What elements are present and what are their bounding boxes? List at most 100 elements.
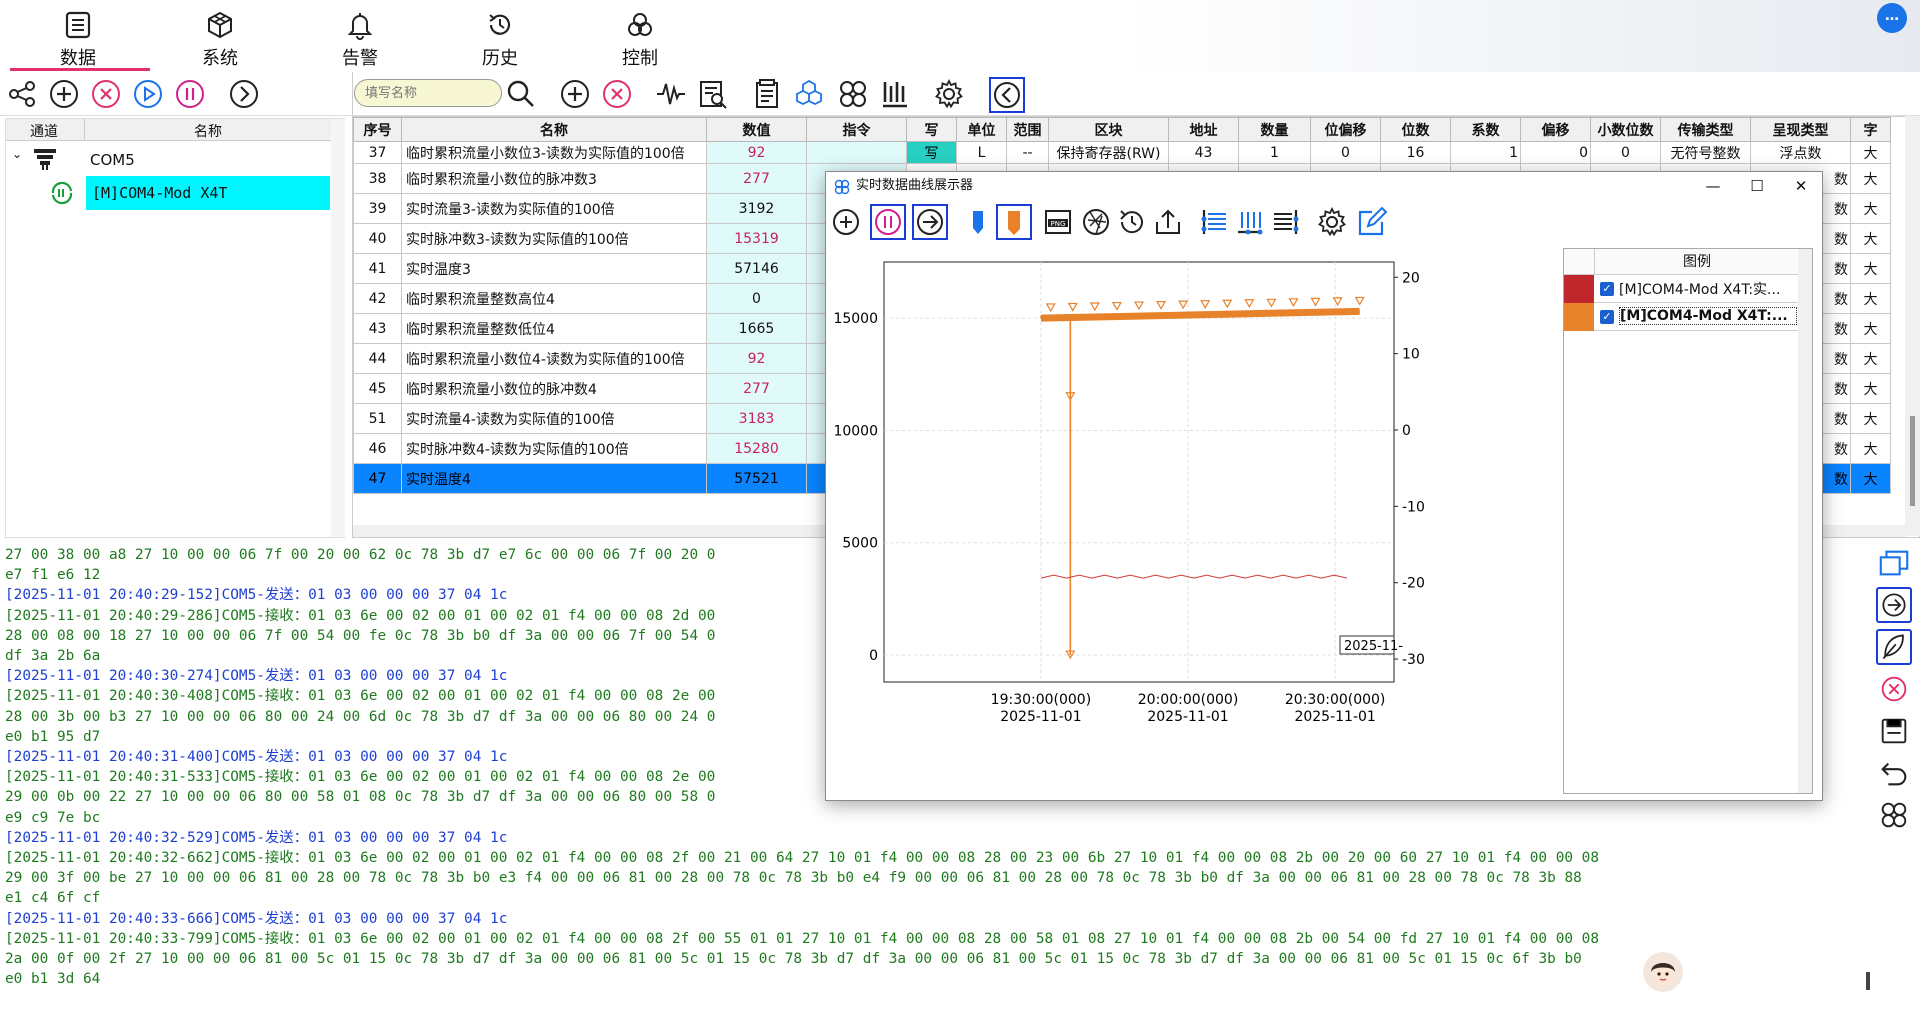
- cell-transfer-type[interactable]: 无符号整数: [1660, 141, 1751, 164]
- cell-block[interactable]: 保持寄存器(RW): [1048, 141, 1169, 164]
- column-header[interactable]: 位偏移: [1310, 117, 1381, 142]
- column-header[interactable]: 数量: [1238, 117, 1311, 142]
- window-titlebar[interactable]: 实时数据曲线展示器 — ☐ ✕: [826, 172, 1822, 200]
- grid-scroll-thumb[interactable]: [1910, 416, 1915, 506]
- cell-name[interactable]: 实时脉冲数3-读数为实际值的100倍: [401, 223, 707, 254]
- cell-value[interactable]: 0: [706, 283, 807, 314]
- cell-extra[interactable]: 大: [1850, 343, 1891, 374]
- save-icon[interactable]: [1876, 713, 1912, 749]
- chevron-right-icon[interactable]: [228, 78, 260, 110]
- cell-name[interactable]: 临时累积流量整数低位4: [401, 313, 707, 344]
- upload-icon[interactable]: [1152, 206, 1184, 238]
- name-search-input[interactable]: [354, 79, 502, 107]
- edit-icon[interactable]: [1356, 206, 1388, 238]
- cell-address[interactable]: 43: [1168, 141, 1239, 164]
- cell-value[interactable]: 3192: [706, 193, 807, 224]
- cell-seq[interactable]: 44: [353, 343, 402, 374]
- cell-extra[interactable]: 大: [1850, 463, 1891, 494]
- column-header[interactable]: 传输类型: [1660, 117, 1751, 142]
- gear-icon[interactable]: [933, 78, 965, 110]
- maximize-button[interactable]: ☐: [1736, 172, 1778, 200]
- chat-button[interactable]: …: [1877, 3, 1907, 33]
- delete-icon[interactable]: [90, 78, 122, 110]
- add-icon[interactable]: [48, 78, 80, 110]
- cell-name[interactable]: 临时累积流量小数位3-读数为实际值的100倍: [401, 141, 707, 164]
- search-icon[interactable]: [505, 78, 537, 110]
- collapse-left-icon[interactable]: [989, 77, 1025, 113]
- cell-value[interactable]: 92: [706, 343, 807, 374]
- cell-seq[interactable]: 39: [353, 193, 402, 224]
- cell-extra[interactable]: 大: [1850, 163, 1891, 194]
- legend-checkbox[interactable]: ✓: [1600, 282, 1614, 296]
- export-png-icon[interactable]: PNG: [1042, 206, 1074, 238]
- cell-extra[interactable]: 大: [1850, 373, 1891, 404]
- tab-system[interactable]: 系统: [160, 6, 280, 69]
- arrow-right-icon[interactable]: [1876, 587, 1912, 623]
- cell-seq[interactable]: 51: [353, 403, 402, 434]
- chart-pause-icon[interactable]: [870, 204, 906, 240]
- cell-value[interactable]: 57521: [706, 463, 807, 494]
- cell-seq[interactable]: 40: [353, 223, 402, 254]
- cell-value[interactable]: 277: [706, 373, 807, 404]
- chart-history-icon[interactable]: [1116, 206, 1148, 238]
- legend-scrollbar[interactable]: [1798, 249, 1812, 793]
- chart-add-icon[interactable]: [830, 206, 862, 238]
- cell-name[interactable]: 临时累积流量小数位4-读数为实际值的100倍: [401, 343, 707, 374]
- chart-settings-icon[interactable]: [1316, 206, 1348, 238]
- tab-control[interactable]: 控制: [580, 6, 700, 69]
- tree-port-label[interactable]: COM5: [90, 151, 135, 169]
- cell-seq[interactable]: 47: [353, 463, 402, 494]
- waveform-icon[interactable]: [655, 78, 687, 110]
- column-header[interactable]: 位数: [1380, 117, 1451, 142]
- cell-name[interactable]: 实时流量3-读数为实际值的100倍: [401, 193, 707, 224]
- cell-seq[interactable]: 46: [353, 433, 402, 464]
- search-list-icon[interactable]: [697, 78, 729, 110]
- column-header[interactable]: 写: [906, 117, 957, 142]
- column-header[interactable]: 名称: [401, 117, 707, 142]
- cell-value[interactable]: 1665: [706, 313, 807, 344]
- cell-coef[interactable]: 1: [1450, 141, 1521, 164]
- add-point-icon[interactable]: [559, 78, 591, 110]
- cell-seq[interactable]: 37: [353, 141, 402, 164]
- column-header[interactable]: 系数: [1450, 117, 1521, 142]
- pause-icon[interactable]: [174, 78, 206, 110]
- assistant-avatar[interactable]: [1643, 952, 1683, 992]
- cell-name[interactable]: 实时脉冲数4-读数为实际值的100倍: [401, 433, 707, 464]
- minimize-button[interactable]: —: [1692, 172, 1734, 200]
- column-header[interactable]: 序号: [353, 117, 402, 142]
- cell-value[interactable]: 57146: [706, 253, 807, 284]
- undo-icon[interactable]: [1876, 755, 1912, 791]
- cell-seq[interactable]: 43: [353, 313, 402, 344]
- cell-name[interactable]: 临时累积流量整数高位4: [401, 283, 707, 314]
- legend-item[interactable]: ✓ [M]COM4-Mod X4T:...: [1564, 303, 1799, 331]
- legend-item[interactable]: ✓ [M]COM4-Mod X4T:实...: [1564, 275, 1799, 303]
- feather-icon[interactable]: [1876, 629, 1912, 665]
- cell-unit[interactable]: L: [956, 141, 1007, 164]
- grid-vscrollbar[interactable]: [1905, 116, 1920, 536]
- delete-point-icon[interactable]: [601, 78, 633, 110]
- layout-icon[interactable]: [1876, 797, 1912, 833]
- column-header[interactable]: 偏移: [1520, 117, 1591, 142]
- axis-right-icon[interactable]: [1270, 206, 1302, 238]
- play-icon[interactable]: [132, 78, 164, 110]
- close-window-button[interactable]: ✕: [1780, 172, 1822, 200]
- cell-extra[interactable]: 大: [1850, 433, 1891, 464]
- share-icon[interactable]: [6, 78, 38, 110]
- cell-name[interactable]: 临时累积流量小数位的脉冲数4: [401, 373, 707, 404]
- bars-icon[interactable]: [879, 78, 911, 110]
- marker-orange-icon[interactable]: [996, 204, 1032, 240]
- column-header[interactable]: 小数位数: [1590, 117, 1661, 142]
- tab-data[interactable]: 数据: [18, 6, 138, 69]
- cell-command[interactable]: [806, 141, 907, 164]
- camera-aperture-icon[interactable]: [1080, 206, 1112, 238]
- log-scroll-indicator[interactable]: [1866, 972, 1870, 990]
- cell-extra[interactable]: 大: [1850, 141, 1891, 164]
- cell-seq[interactable]: 38: [353, 163, 402, 194]
- column-header[interactable]: 字: [1850, 117, 1891, 142]
- column-header[interactable]: 呈现类型: [1750, 117, 1851, 142]
- cell-value[interactable]: 92: [706, 141, 807, 164]
- cell-name[interactable]: 实时温度3: [401, 253, 707, 284]
- axis-left-icon[interactable]: [1198, 206, 1230, 238]
- cell-extra[interactable]: 大: [1850, 223, 1891, 254]
- cell-name[interactable]: 实时温度4: [401, 463, 707, 494]
